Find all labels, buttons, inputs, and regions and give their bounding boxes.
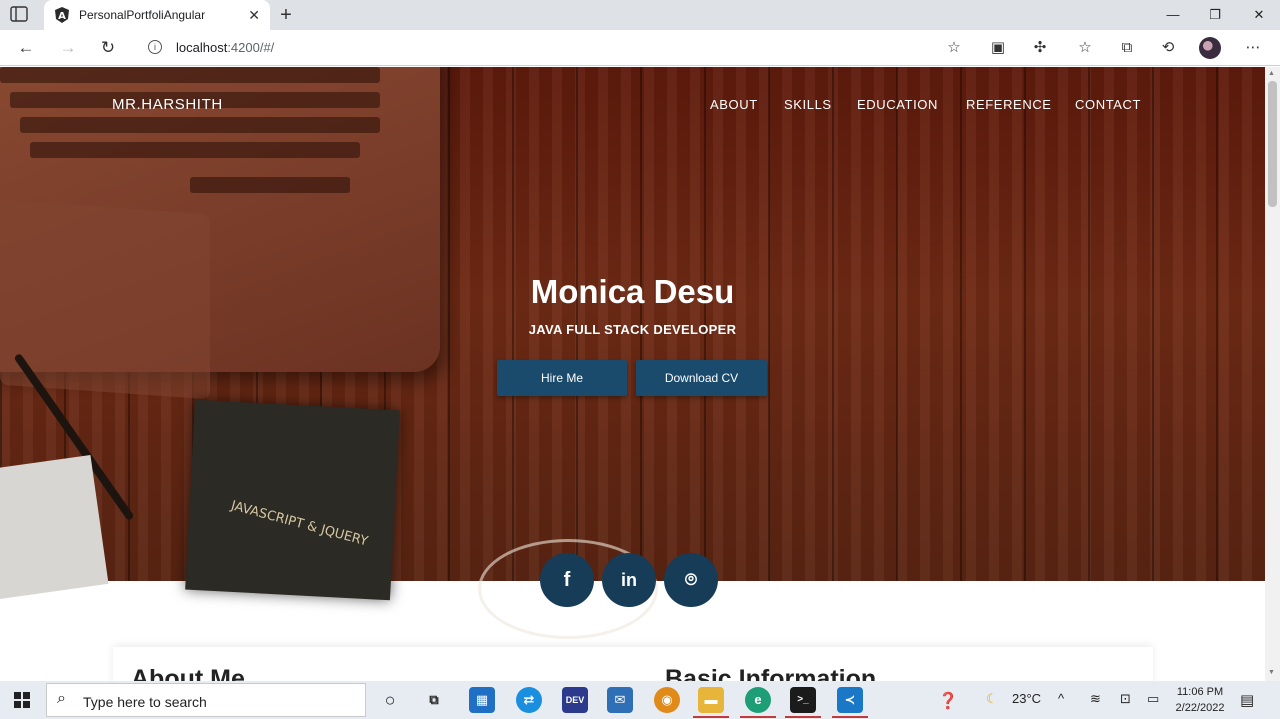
page-viewport: JAVASCRIPT & JQUERY MR.HARSHITH ABOUT SK… xyxy=(0,67,1265,681)
linkedin-icon[interactable]: in xyxy=(602,553,656,607)
file-explorer-icon[interactable]: ▬ xyxy=(698,687,724,713)
nav-reference[interactable]: REFERENCE xyxy=(966,97,1052,112)
favorites-icon[interactable]: ☆ xyxy=(1075,38,1095,58)
book-cover-text: JAVASCRIPT & JQUERY xyxy=(229,498,370,550)
clock-date: 2/22/2022 xyxy=(1175,702,1225,714)
extensions-icon[interactable]: ✣ xyxy=(1030,38,1050,58)
tab-actions-icon[interactable] xyxy=(10,6,34,24)
hero-name: Monica Desu xyxy=(530,273,735,310)
search-icon: ⌕ xyxy=(57,690,66,707)
terminal-active-indicator xyxy=(785,716,821,718)
svg-text:A: A xyxy=(58,11,66,22)
github-icon[interactable]: ⌾ xyxy=(664,553,718,607)
windows-start-icon[interactable] xyxy=(14,692,30,708)
chevron-up-icon[interactable]: ^ xyxy=(1058,691,1064,706)
browser-toolbar: ← → ↻ i localhost:4200/#/ ☆ ▣ ✣ ☆ ⧉ ⟲ ⋯ xyxy=(0,30,1280,66)
cortana-icon[interactable]: ○ xyxy=(377,687,403,713)
minimize-icon[interactable]: — xyxy=(1150,0,1196,30)
site-info-icon[interactable]: i xyxy=(148,40,162,54)
devtool-icon[interactable]: DEV xyxy=(562,687,588,713)
back-icon[interactable]: ← xyxy=(14,36,38,60)
site-brand[interactable]: MR.HARSHITH xyxy=(112,96,223,113)
address-url: localhost:4200/#/ xyxy=(176,40,275,55)
scroll-up-icon[interactable]: ▲ xyxy=(1268,70,1275,77)
profile-avatar[interactable] xyxy=(1199,37,1221,59)
browser-tab[interactable]: A PersonalPortfoliAngular ✕ xyxy=(44,0,270,30)
collections-icon[interactable]: ⧉ xyxy=(1117,38,1137,58)
teamviewer-icon[interactable]: ⇄ xyxy=(516,687,542,713)
clock-time: 11:06 PM xyxy=(1176,686,1224,698)
help-icon[interactable]: ❓ xyxy=(938,691,958,711)
explorer-active-indicator xyxy=(693,716,729,718)
window-close-icon[interactable]: ✕ xyxy=(1236,0,1280,30)
nav-skills[interactable]: SKILLS xyxy=(784,97,832,112)
add-favorite-icon[interactable]: ☆ xyxy=(944,38,964,58)
book-image: JAVASCRIPT & JQUERY xyxy=(185,399,400,601)
meet-icon[interactable]: ⊡ xyxy=(1120,691,1131,707)
hero-section: JAVASCRIPT & JQUERY MR.HARSHITH ABOUT SK… xyxy=(0,67,1265,639)
notification-icon[interactable]: ▤ xyxy=(1240,691,1254,709)
more-icon[interactable]: ⋯ xyxy=(1243,38,1263,58)
search-placeholder: Type here to search xyxy=(83,694,207,710)
weather-icon[interactable]: ☾ xyxy=(986,691,998,707)
angular-icon: A xyxy=(54,7,70,23)
nav-contact[interactable]: CONTACT xyxy=(1075,97,1141,112)
download-cv-button[interactable]: Download CV xyxy=(636,360,767,396)
tab-title: PersonalPortfoliAngular xyxy=(79,8,206,22)
page-scrollbar[interactable]: ▲ ▼ xyxy=(1265,67,1280,681)
terminal-icon[interactable]: >_ xyxy=(790,687,816,713)
edge-icon[interactable]: e xyxy=(745,687,771,713)
mail-icon[interactable]: ✉ xyxy=(607,687,633,713)
address-bar[interactable]: i localhost:4200/#/ xyxy=(134,34,972,62)
task-view-icon[interactable]: ⧉ xyxy=(421,687,447,713)
new-tab-icon[interactable]: + xyxy=(276,3,296,27)
wifi-icon[interactable]: ≋ xyxy=(1090,691,1101,707)
taskbar: ⌕ Type here to search ○ ⧉ ▦ ⇄ DEV ✉ ◉ ▬ … xyxy=(0,681,1280,719)
weather-temp[interactable]: 23°C xyxy=(1012,691,1041,706)
taskbar-clock[interactable]: 11:06 PM 2/22/2022 xyxy=(1170,684,1230,716)
basic-info-heading: Basic Information xyxy=(665,665,877,681)
app-icon[interactable]: ▣ xyxy=(988,38,1008,58)
scroll-thumb[interactable] xyxy=(1268,81,1277,207)
restore-icon[interactable]: ❐ xyxy=(1192,0,1238,30)
forward-icon[interactable]: → xyxy=(56,36,80,60)
notepad-image xyxy=(0,454,109,600)
refresh-icon[interactable]: ↻ xyxy=(96,36,120,60)
taskbar-search[interactable]: ⌕ Type here to search xyxy=(46,683,366,717)
nav-education[interactable]: EDUCATION xyxy=(857,97,938,112)
history-icon[interactable]: ⟲ xyxy=(1158,38,1178,58)
facebook-icon[interactable]: f xyxy=(540,553,594,607)
brave-icon[interactable]: ◉ xyxy=(654,687,680,713)
edge-active-indicator xyxy=(740,716,776,718)
store-icon[interactable]: ▦ xyxy=(469,687,495,713)
vscode-icon[interactable]: ≺ xyxy=(837,687,863,713)
about-card: About Me Basic Information xyxy=(113,647,1153,681)
scroll-down-icon[interactable]: ▼ xyxy=(1268,669,1275,676)
hero-role: JAVA FULL STACK DEVELOPER xyxy=(528,322,737,337)
about-heading: About Me xyxy=(131,665,245,681)
nav-about[interactable]: ABOUT xyxy=(710,97,758,112)
browser-tab-bar: A PersonalPortfoliAngular ✕ + — ❐ ✕ xyxy=(0,0,1280,30)
tab-close-icon[interactable]: ✕ xyxy=(248,7,260,23)
battery-icon[interactable]: ▭ xyxy=(1147,691,1159,707)
vscode-active-indicator xyxy=(832,716,868,718)
hire-me-button[interactable]: Hire Me xyxy=(497,360,627,396)
